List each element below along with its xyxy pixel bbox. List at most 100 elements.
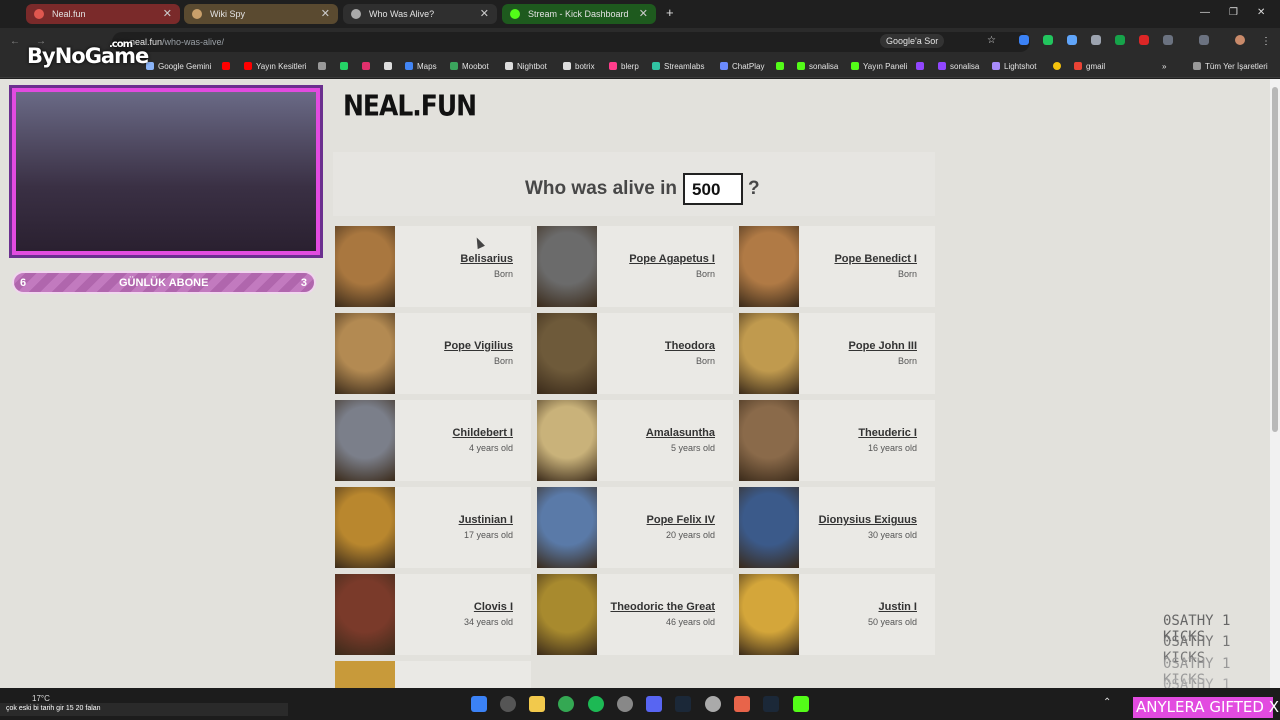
list-item[interactable]: Pope Benedict I Born — [739, 226, 935, 307]
person-name-link[interactable]: Belisarius — [460, 253, 513, 265]
minimize-icon[interactable]: — — [1200, 7, 1210, 18]
person-name-link[interactable]: Dionysius Exiguus — [819, 514, 917, 526]
search-icon[interactable] — [500, 696, 516, 712]
list-item[interactable]: Theodora Born — [537, 313, 733, 394]
person-name-link[interactable]: Theodora — [665, 340, 715, 352]
close-icon[interactable]: ✕ — [163, 7, 172, 20]
chrome-icon[interactable] — [558, 696, 574, 712]
list-item[interactable]: Clovis I 34 years old — [335, 574, 531, 655]
bookmark-item[interactable]: Google Gemini — [146, 62, 211, 71]
bookmark-item[interactable]: Lightshot — [992, 62, 1036, 71]
person-name-link[interactable]: Pope John III — [849, 340, 917, 352]
discord-icon[interactable] — [646, 696, 662, 712]
app-icon[interactable] — [617, 696, 633, 712]
list-item[interactable]: Dionysius Exiguus 30 years old — [739, 487, 935, 568]
extension-icon[interactable] — [1019, 35, 1029, 45]
bookmark-item[interactable]: Moobot — [450, 62, 489, 71]
bookmark-item[interactable] — [776, 62, 788, 71]
person-name-link[interactable]: Pope Agapetus I — [629, 253, 715, 265]
profile-menu-icon[interactable] — [1199, 35, 1209, 45]
person-name-link[interactable]: Justin I — [878, 601, 917, 613]
scrollbar-thumb[interactable] — [1272, 87, 1278, 432]
list-item[interactable] — [335, 661, 531, 688]
list-item[interactable]: Pope Vigilius Born — [335, 313, 531, 394]
list-item[interactable]: Theodoric the Great 46 years old — [537, 574, 733, 655]
bookmark-item[interactable] — [384, 62, 396, 71]
person-name-link[interactable]: Pope Felix IV — [647, 514, 715, 526]
bookmark-item[interactable]: ChatPlay — [720, 62, 764, 71]
bookmark-item[interactable]: sonalisa — [938, 62, 979, 71]
bookmark-item[interactable]: Tüm Yer İşaretleri — [1193, 62, 1268, 71]
list-item[interactable]: Childebert I 4 years old — [335, 400, 531, 481]
tab-wiki-spy[interactable]: Wiki Spy ✕ — [184, 4, 338, 24]
bookmark-item[interactable]: gmail — [1074, 62, 1105, 71]
person-name-link[interactable]: Pope Benedict I — [834, 253, 917, 265]
new-tab-icon[interactable]: + — [666, 5, 674, 20]
bookmark-star-icon[interactable]: ☆ — [987, 35, 996, 46]
extension-icon[interactable] — [1067, 35, 1077, 45]
extension-icon[interactable] — [1091, 35, 1101, 45]
steam-icon[interactable] — [675, 696, 691, 712]
list-item[interactable]: Theuderic I 16 years old — [739, 400, 935, 481]
tab-favicon-icon — [34, 9, 44, 19]
spotify-icon[interactable] — [588, 696, 604, 712]
more-menu-icon[interactable]: ⋮ — [1261, 36, 1271, 47]
person-name-link[interactable]: Justinian I — [459, 514, 513, 526]
bookmark-item[interactable] — [318, 62, 330, 71]
bookmark-item[interactable]: Maps — [405, 62, 437, 71]
maximize-icon[interactable]: ❐ — [1229, 7, 1238, 18]
bookmark-item[interactable] — [362, 62, 374, 71]
close-icon[interactable]: ✕ — [480, 7, 489, 20]
person-name-link[interactable]: Pope Vigilius — [444, 340, 513, 352]
close-icon[interactable]: ✕ — [639, 7, 648, 20]
bookmark-item[interactable]: Nightbot — [505, 62, 547, 71]
steam-icon[interactable] — [763, 696, 779, 712]
person-name-link[interactable]: Amalasuntha — [646, 427, 715, 439]
bookmark-item[interactable]: blerp — [609, 62, 639, 71]
scrollbar[interactable] — [1270, 79, 1280, 688]
start-icon[interactable] — [471, 696, 487, 712]
bookmark-item[interactable]: Streamlabs — [652, 62, 704, 71]
back-icon[interactable]: ← — [10, 36, 20, 47]
google-sor-button[interactable]: Google'a Sor — [880, 34, 945, 48]
bookmark-item[interactable] — [916, 62, 928, 71]
list-item[interactable]: Pope Agapetus I Born — [537, 226, 733, 307]
kick-icon[interactable] — [793, 696, 809, 712]
bookmark-item[interactable]: sonalisa — [797, 62, 838, 71]
app-icon[interactable] — [705, 696, 721, 712]
extension-icon[interactable] — [1043, 35, 1053, 45]
file-explorer-icon[interactable] — [529, 696, 545, 712]
bookmark-item[interactable]: Yayın Paneli — [851, 62, 907, 71]
extension-icon[interactable] — [1115, 35, 1125, 45]
list-item[interactable]: Belisarius Born — [335, 226, 531, 307]
extension-icon[interactable] — [1139, 35, 1149, 45]
year-input[interactable]: 500 — [683, 173, 744, 205]
person-name-link[interactable]: Childebert I — [452, 427, 513, 439]
x-icon — [384, 62, 392, 70]
person-name-link[interactable]: Clovis I — [474, 601, 513, 613]
bookmark-item[interactable]: botrix — [563, 62, 595, 71]
bookmark-item[interactable]: Yayın Kesitleri — [244, 62, 307, 71]
window-close-icon[interactable]: ✕ — [1257, 7, 1265, 18]
tray-chevron-icon[interactable]: ⌃ — [1103, 697, 1111, 708]
avatar[interactable] — [1235, 35, 1245, 45]
weather-widget[interactable]: 17°C — [32, 694, 50, 703]
list-item[interactable]: Pope John III Born — [739, 313, 935, 394]
list-item[interactable]: Justinian I 17 years old — [335, 487, 531, 568]
bookmarks-overflow-icon[interactable]: » — [1162, 62, 1166, 71]
bookmark-item[interactable] — [340, 62, 352, 71]
person-name-link[interactable]: Theuderic I — [858, 427, 917, 439]
list-item[interactable]: Justin I 50 years old — [739, 574, 935, 655]
tab-kick-dashboard[interactable]: Stream - Kick Dashboard ✕ — [502, 4, 656, 24]
site-logo[interactable]: NEAL.FUN — [343, 89, 477, 122]
close-icon[interactable]: ✕ — [321, 7, 330, 20]
person-name-link[interactable]: Theodoric the Great — [610, 601, 715, 613]
list-item[interactable]: Amalasuntha 5 years old — [537, 400, 733, 481]
app-icon[interactable] — [734, 696, 750, 712]
extensions-puzzle-icon[interactable] — [1163, 35, 1173, 45]
tab-who-was-alive[interactable]: Who Was Alive? ✕ — [343, 4, 497, 24]
tab-neal-fun[interactable]: Neal.fun ✕ — [26, 4, 180, 24]
bookmark-item[interactable] — [222, 62, 234, 71]
list-item[interactable]: Pope Felix IV 20 years old — [537, 487, 733, 568]
bookmark-item[interactable] — [1053, 62, 1065, 71]
